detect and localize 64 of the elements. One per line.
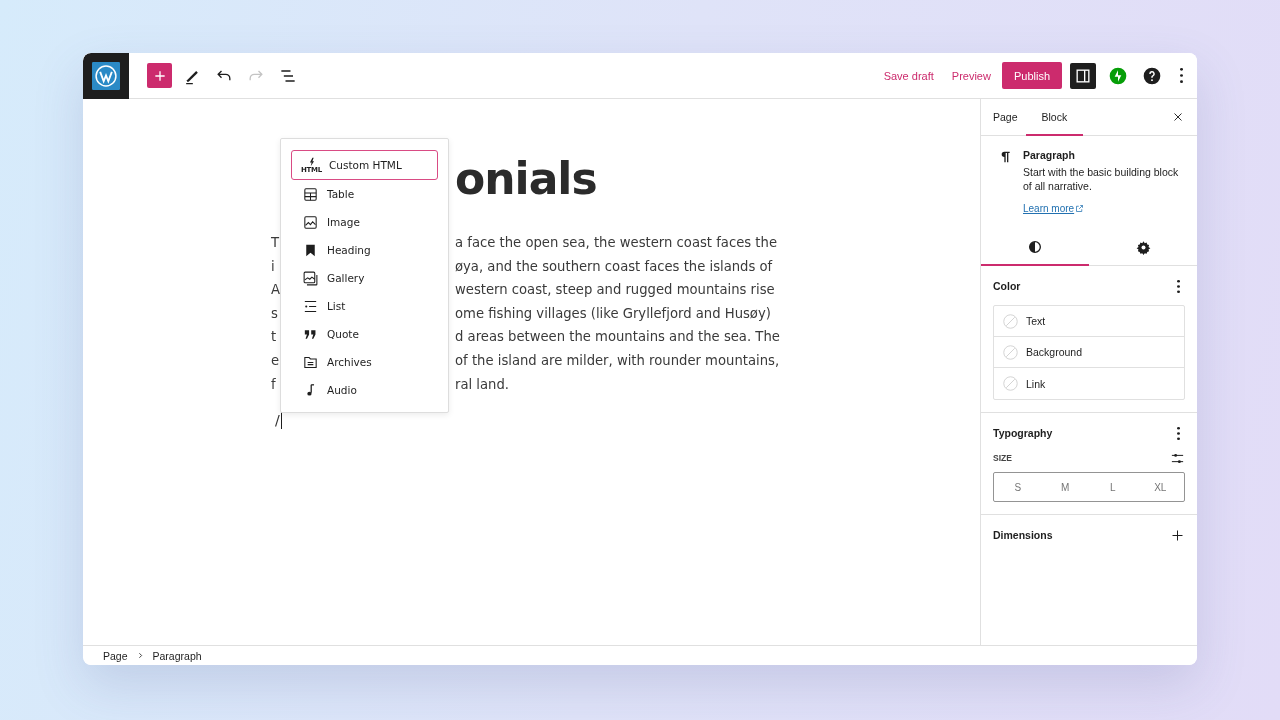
paragraph-text: øya, and the southern coast faces the islands of — [455, 257, 773, 276]
lightning-bolt-icon — [1108, 65, 1128, 86]
paragraph-text: ome fishing villages (like Gryllefjord and Husøy) — [455, 304, 771, 323]
empty-swatch-icon — [1002, 312, 1019, 330]
empty-swatch-icon — [1002, 343, 1019, 361]
block-description: Start with the basic building block of all narrative. — [1023, 165, 1180, 193]
help-icon — [1142, 65, 1162, 86]
color-option[interactable]: Link — [994, 368, 1184, 399]
half-circle-icon — [1027, 239, 1043, 255]
kebab-menu-icon — [1177, 426, 1180, 440]
site-logo[interactable] — [83, 53, 129, 99]
breadcrumb-item[interactable]: Paragraph — [152, 649, 202, 662]
toolbar-link[interactable]: Save draft — [876, 63, 941, 88]
paragraph-text: i — [271, 257, 276, 276]
paragraph-text: of the island are milder, with rounder mountains, — [455, 351, 780, 370]
font-size-option[interactable]: L — [1089, 473, 1137, 501]
block-menu-item[interactable]: Heading — [291, 236, 438, 264]
font-size-option[interactable]: XL — [1136, 473, 1184, 501]
publish-button[interactable]: Publish — [1001, 62, 1062, 89]
panel-title: Typography — [993, 427, 1053, 439]
sidebar-tab[interactable]: Page — [985, 99, 1026, 136]
paragraph-text: f — [271, 375, 277, 394]
block-menu-item[interactable]: Audio — [291, 376, 438, 404]
post-title[interactable]: onials — [455, 149, 597, 209]
sidebar-tab[interactable]: Block — [1025, 99, 1084, 136]
font-size-option[interactable]: S — [994, 473, 1042, 501]
paragraph-text: ral land. — [455, 375, 510, 394]
block-menu-item[interactable]: Gallery — [291, 264, 438, 292]
block-menu-item[interactable]: Archives — [291, 348, 438, 376]
block-name: Paragraph — [1023, 149, 1076, 161]
options-button[interactable] — [1178, 66, 1185, 85]
kebab-menu-icon — [1177, 279, 1180, 293]
slash-command-text[interactable]: / — [275, 412, 280, 429]
settings-toggle-button[interactable] — [1070, 62, 1096, 89]
block-menu-item[interactable]: Table — [291, 180, 438, 208]
gallery-icon — [302, 269, 319, 287]
toolbar-link[interactable]: Preview — [944, 63, 998, 88]
block-menu-item[interactable]: List — [291, 292, 438, 320]
empty-swatch-icon — [1002, 375, 1019, 392]
settings-icon — [1135, 239, 1151, 255]
block-menu-item[interactable]: Image — [291, 208, 438, 236]
block-menu-item[interactable]: Quote — [291, 320, 438, 348]
panel-title: Color — [993, 280, 1021, 292]
add-block-button[interactable] — [147, 63, 172, 88]
breadcrumb-item[interactable]: Page — [103, 649, 128, 662]
kebab-menu-icon — [1180, 68, 1183, 83]
wordpress-logo-icon — [92, 61, 120, 90]
paragraph-text: T — [271, 234, 280, 252]
paragraph-text: a face the open sea, the western coast faces the — [455, 234, 777, 252]
size-label: SIZE — [993, 453, 1012, 463]
paragraph-text: s — [271, 304, 279, 323]
paragraph-text: western coast, steep and rugged mountains rise — [455, 281, 775, 300]
color-option[interactable]: Background — [994, 337, 1184, 368]
font-size-option[interactable]: M — [1041, 473, 1089, 501]
paragraph-text: d areas between the mountains and the sea. The — [455, 328, 780, 347]
paragraph-text: t — [271, 328, 278, 347]
learn-more-link[interactable]: Learn more — [1023, 203, 1181, 214]
paragraph-text: e — [271, 351, 280, 370]
image-icon — [302, 213, 319, 231]
paragraph-text: A — [271, 281, 280, 300]
table-icon — [302, 185, 319, 203]
panel-title: Dimensions — [993, 529, 1053, 541]
color-option[interactable]: Text — [994, 306, 1184, 337]
external-link-icon — [1075, 204, 1085, 213]
